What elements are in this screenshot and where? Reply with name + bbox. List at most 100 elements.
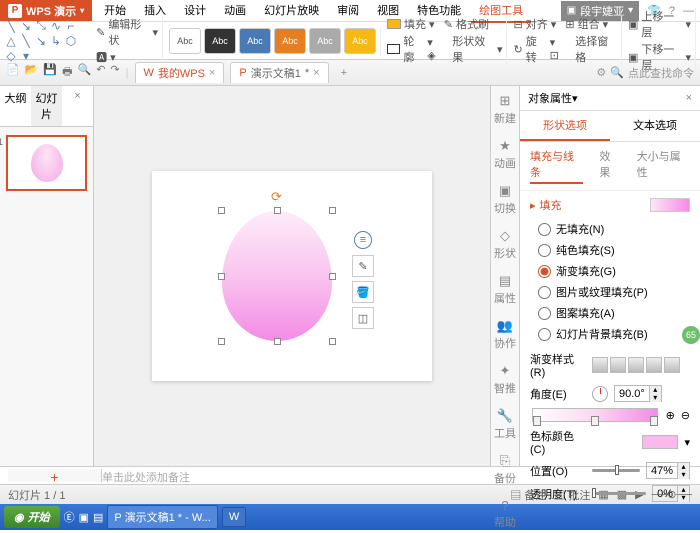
redo-icon[interactable]: ↷ (110, 63, 119, 82)
slide[interactable]: ⟳ ≡ ✎ 🪣 ◫ (152, 171, 432, 381)
rail-props[interactable]: ▤属性 (491, 270, 519, 309)
resize-handle[interactable] (274, 338, 281, 345)
gradient-style-picker[interactable] (592, 357, 680, 373)
preview-icon[interactable]: 🔍 (78, 63, 92, 82)
subtab-size[interactable]: 大小与属性 (637, 148, 690, 184)
notes-placeholder[interactable]: 单击此处添加备注 (102, 469, 190, 482)
tab-thumbs[interactable]: 幻灯片 (31, 86, 62, 126)
search-icon[interactable]: 🔍 (610, 66, 624, 79)
taskbar-app[interactable]: P 演示文稿1 * - W... (107, 505, 217, 529)
notification-badge[interactable]: 65 (680, 324, 700, 346)
print-icon[interactable]: 🖶 (62, 63, 72, 82)
shape-style-6[interactable]: Abc (344, 28, 376, 54)
subtab-effects[interactable]: 效果 (599, 148, 620, 184)
angle-spinner[interactable]: 90.0°▴▾ (614, 385, 662, 402)
shape-style-1[interactable]: Abc (169, 28, 201, 54)
menu-slideshow[interactable]: 幻灯片放映 (256, 0, 327, 23)
gradient-stop[interactable] (591, 416, 599, 426)
resize-handle[interactable] (274, 207, 281, 214)
quicklaunch-icon[interactable]: Ⓔ (64, 509, 75, 525)
position-spinner[interactable]: 47%▴▾ (646, 462, 690, 479)
notes-toggle[interactable]: ▤ 备注 (510, 487, 546, 503)
stop-color-swatch[interactable] (642, 435, 678, 449)
radio-pattern[interactable]: 图案填充(A) (538, 305, 690, 321)
rail-anim[interactable]: ★动画 (491, 135, 519, 174)
menu-anim[interactable]: 动画 (216, 0, 254, 23)
zoom-slider[interactable]: ──⊙── (652, 488, 692, 501)
tab-document[interactable]: P演示文稿1*× (230, 62, 328, 83)
resize-handle[interactable] (218, 207, 225, 214)
shape-style-2[interactable]: Abc (204, 28, 236, 54)
float-shape-icon[interactable]: ◫ (352, 307, 374, 329)
align-button[interactable]: ⊟ 对齐 ▾ ⊞ 组合 ▾ (513, 16, 616, 32)
fill-button[interactable]: 填充 ▾ ✎ 格式刷 (387, 16, 502, 32)
tab-text-options[interactable]: 文本选项 (610, 111, 700, 141)
close-panel-icon[interactable]: × (62, 86, 93, 126)
outline-button[interactable]: 轮廓 ▾ ◈ 形状效果 ▾ (387, 33, 502, 65)
rotate-button[interactable]: ↻ 旋转 ▾ ⊡ 选择窗格 (513, 33, 616, 65)
egg-shape[interactable] (222, 211, 332, 341)
position-slider[interactable] (592, 469, 640, 472)
radio-slidebg[interactable]: 幻灯片背景填充(B) (538, 326, 690, 342)
comments-toggle[interactable]: ▥ 批注 (554, 487, 590, 503)
save-icon[interactable]: 💾 (43, 63, 57, 82)
tab-shape-options[interactable]: 形状选项 (520, 111, 610, 141)
resize-handle[interactable] (218, 273, 225, 280)
angle-dial[interactable] (592, 386, 608, 402)
close-icon[interactable]: × (313, 67, 319, 79)
slide-thumbnail-1[interactable]: 1 (6, 135, 87, 191)
rail-transition[interactable]: ▣切换 (491, 180, 519, 219)
add-slide-button[interactable]: + (8, 469, 102, 482)
float-fill-icon[interactable]: 🪣 (352, 281, 374, 303)
selected-shape[interactable]: ⟳ (222, 211, 332, 341)
rail-new[interactable]: ⊞新建 (491, 90, 519, 129)
quicklaunch-icon[interactable]: ▣ (79, 511, 89, 524)
resize-handle[interactable] (329, 273, 336, 280)
radio-gradient[interactable]: 渐变填充(G) (538, 263, 690, 279)
rail-backup[interactable]: ⎘备份 (491, 450, 519, 489)
close-icon[interactable]: × (209, 67, 215, 79)
new-tab-button[interactable]: + (335, 67, 353, 79)
rail-collab[interactable]: 👥协作 (491, 315, 519, 354)
quicklaunch-icon[interactable]: ▤ (93, 511, 103, 524)
tab-outline[interactable]: 大纲 (0, 86, 31, 126)
resize-handle[interactable] (329, 338, 336, 345)
fill-section-header[interactable]: ▸ 填充 (520, 191, 700, 219)
add-stop-icon[interactable]: ⊕ (666, 409, 675, 422)
properties-panel: 对象属性 ▾× 形状选项 文本选项 填充与线条 效果 大小与属性 ▸ 填充 无填… (520, 86, 700, 466)
resize-handle[interactable] (329, 207, 336, 214)
new-icon[interactable]: 📄 (6, 63, 20, 82)
undo-icon[interactable]: ↶ (96, 63, 105, 82)
rail-smart[interactable]: ✦智推 (491, 360, 519, 399)
menu-review[interactable]: 审阅 (329, 0, 367, 23)
settings-icon[interactable]: ⚙ (596, 66, 606, 79)
gradient-stops-bar[interactable] (532, 408, 658, 422)
gradient-stop[interactable] (533, 416, 541, 426)
move-up-button[interactable]: ▣ 上移一层 ▾ (628, 8, 691, 40)
subtab-fill[interactable]: 填充与线条 (530, 148, 583, 184)
rail-tools[interactable]: 🔧工具 (491, 405, 519, 444)
shape-style-3[interactable]: Abc (239, 28, 271, 54)
resize-handle[interactable] (218, 338, 225, 345)
remove-stop-icon[interactable]: ⊖ (681, 409, 690, 422)
radio-solid[interactable]: 纯色填充(S) (538, 242, 690, 258)
menu-design[interactable]: 设计 (176, 0, 214, 23)
shape-style-4[interactable]: Abc (274, 28, 306, 54)
slide-canvas[interactable]: ⟳ ≡ ✎ 🪣 ◫ (94, 86, 490, 466)
transparency-slider[interactable] (592, 492, 646, 495)
shape-gallery[interactable]: ╲↘⤡∿⌐△ ╲↘↳⬡◇▾ (4, 19, 90, 63)
shape-style-5[interactable]: Abc (309, 28, 341, 54)
float-edit-icon[interactable]: ✎ (352, 255, 374, 277)
open-icon[interactable]: 📂 (25, 63, 39, 82)
radio-picture[interactable]: 图片或纹理填充(P) (538, 284, 690, 300)
close-icon[interactable]: × (686, 92, 692, 104)
rail-shape[interactable]: ◇形状 (491, 225, 519, 264)
edit-shape-button[interactable]: ✎ 编辑形状 ▾ (96, 16, 158, 48)
gradient-stop[interactable] (650, 416, 658, 426)
tab-home[interactable]: W我的WPS× (135, 62, 225, 83)
search-input[interactable]: 点此查找命令 (628, 65, 694, 81)
taskbar-app[interactable]: W (222, 507, 246, 527)
rotation-handle[interactable]: ⟳ (271, 189, 282, 205)
radio-no-fill[interactable]: 无填充(N) (538, 221, 690, 237)
float-menu-icon[interactable]: ≡ (354, 231, 372, 249)
